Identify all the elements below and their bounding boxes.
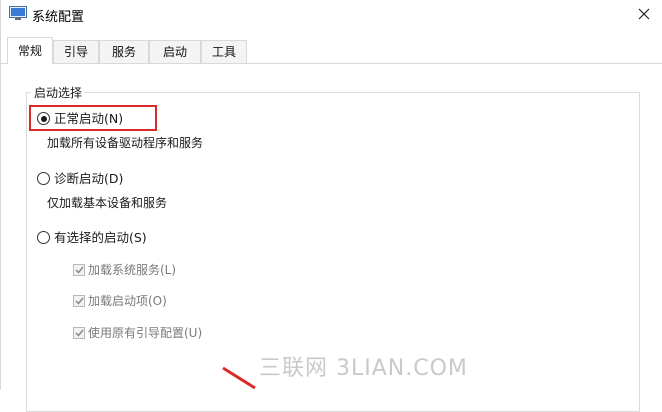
window-title: 系统配置 xyxy=(32,10,85,25)
diagnostic-startup-description: 仅加载基本设备和服务 xyxy=(47,196,168,210)
load-system-services-checkbox[interactable] xyxy=(73,264,85,276)
load-startup-items-checkbox[interactable] xyxy=(73,295,85,307)
annotation-arrow-icon xyxy=(222,366,256,390)
tab-services[interactable]: 服务 xyxy=(99,40,149,63)
annotation-highlight-box xyxy=(29,105,157,131)
checkmark-icon xyxy=(75,297,84,305)
diagnostic-startup-label[interactable]: 诊断启动(D) xyxy=(54,170,123,188)
load-system-services-label: 加载系统服务(L) xyxy=(88,263,177,277)
tab-startup[interactable]: 启动 xyxy=(149,40,201,63)
close-button[interactable] xyxy=(629,0,662,30)
load-startup-items-label: 加载启动项(O) xyxy=(88,294,167,308)
watermark-text: 三联网 3LIAN.COM xyxy=(259,356,468,381)
checkmark-icon xyxy=(75,266,84,274)
tab-general[interactable]: 常规 xyxy=(7,37,53,64)
use-original-boot-config-label: 使用原有引导配置(U) xyxy=(88,326,203,340)
close-icon xyxy=(638,8,650,20)
normal-startup-description: 加载所有设备驱动程序和服务 xyxy=(47,136,204,150)
checkmark-icon xyxy=(75,329,84,337)
use-original-boot-config-checkbox[interactable] xyxy=(73,327,85,339)
tab-tools[interactable]: 工具 xyxy=(201,40,247,63)
title-bar[interactable]: 系统配置 xyxy=(1,0,662,30)
selective-startup-radio[interactable] xyxy=(37,231,50,244)
startup-selection-legend: 启动选择 xyxy=(31,84,86,101)
selective-startup-label[interactable]: 有选择的启动(S) xyxy=(54,229,147,247)
diagnostic-startup-radio[interactable] xyxy=(37,172,50,185)
system-config-app-icon xyxy=(9,6,27,21)
tab-boot[interactable]: 引导 xyxy=(53,40,99,63)
system-configuration-window: 系统配置 常规 引导 服务 启动 工具 启动选择 正常启动(N) 加载所有设备驱… xyxy=(0,0,662,412)
